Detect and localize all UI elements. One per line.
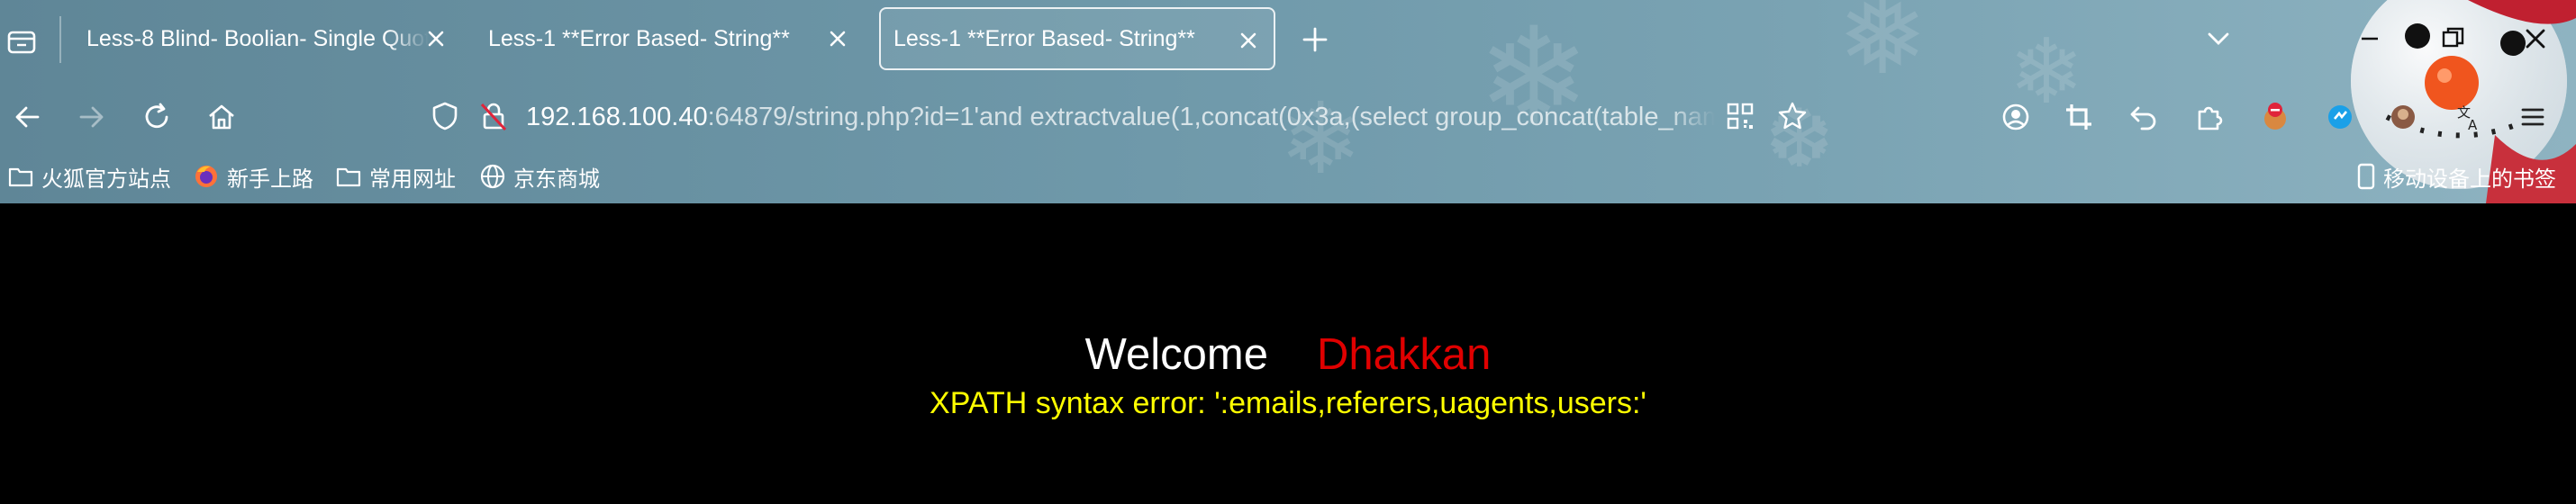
menu-hamburger-icon[interactable] <box>2517 101 2549 133</box>
firefox-view-icon[interactable] <box>5 25 38 58</box>
globe-icon <box>479 163 506 190</box>
page-content: Welcome Dhakkan XPATH syntax error: ':ema… <box>0 203 2576 504</box>
tab-title: Less-1 **Error Based- String** <box>893 25 1195 51</box>
bookmark-label: 火狐官方站点 <box>41 166 171 192</box>
tab-title: Less-8 Blind- Boolian- Single Quotes- St… <box>86 25 429 51</box>
qr-code-icon[interactable] <box>1724 100 1756 132</box>
forward-arrow-icon[interactable] <box>76 101 108 133</box>
chevron-down-icon[interactable] <box>2205 25 2232 52</box>
tab-divider <box>59 16 61 63</box>
navigation-bar: 192.168.100.40:64879/string.php?id=1'and… <box>0 83 2576 149</box>
folder-icon <box>335 163 362 190</box>
bookmark-star-icon[interactable] <box>1776 100 1809 132</box>
tab-less8[interactable]: Less-8 Blind- Boolian- Single Quotes- St… <box>65 7 461 70</box>
extension-avatar-icon[interactable] <box>2387 101 2419 133</box>
welcome-text: Welcome <box>1084 330 1268 379</box>
url-path: :64879/string.php?id=1'and extractvalue(… <box>707 102 1715 131</box>
mobile-bookmarks-label: 移动设备上的书签 <box>2383 166 2556 192</box>
screenshot-crop-icon[interactable] <box>2063 101 2095 133</box>
home-icon[interactable] <box>205 101 238 133</box>
close-icon[interactable] <box>1236 28 1261 53</box>
tab-less1[interactable]: Less-1 **Error Based- String** <box>467 7 863 70</box>
close-icon[interactable] <box>423 26 449 51</box>
account-icon[interactable] <box>2000 101 2032 133</box>
undo-arrow-icon[interactable] <box>2127 101 2160 133</box>
url-host: 192.168.100.40 <box>526 102 708 131</box>
bookmark-label: 常用网址 <box>369 166 456 192</box>
close-icon[interactable] <box>825 26 850 51</box>
bookmark-item[interactable]: 新手上路 <box>193 158 313 194</box>
translate-icon[interactable]: 文A <box>2454 101 2486 133</box>
user-name-text: Dhakkan <box>1316 330 1492 379</box>
folder-icon <box>7 163 34 190</box>
error-message: XPATH syntax error: ':emails,referers,ua… <box>930 386 1646 420</box>
bookmark-label: 新手上路 <box>227 166 313 192</box>
bookmark-item[interactable]: 火狐官方站点 <box>7 158 171 194</box>
bookmark-item[interactable]: 京东商城 <box>479 158 600 194</box>
welcome-line: Welcome Dhakkan <box>0 329 2576 380</box>
restore-icon[interactable] <box>2437 23 2468 54</box>
new-tab-plus-icon[interactable] <box>1299 23 1331 56</box>
mobile-phone-icon <box>2356 163 2376 190</box>
tab-bar: Less-8 Blind- Boolian- Single Quotes- St… <box>0 0 2576 81</box>
extension-blue-icon[interactable] <box>2324 101 2356 133</box>
firefox-icon <box>193 163 220 190</box>
mobile-bookmarks[interactable]: 移动设备上的书签 <box>2356 158 2556 194</box>
reload-icon[interactable] <box>141 101 173 133</box>
shield-icon[interactable] <box>429 100 461 132</box>
extensions-puzzle-icon[interactable] <box>2192 101 2225 133</box>
bookmark-label: 京东商城 <box>513 166 600 192</box>
bookmarks-toolbar: 火狐官方站点 新手上路 常用网址 京东商城 移动设备上的书签 <box>0 153 2576 200</box>
back-arrow-icon[interactable] <box>11 101 43 133</box>
close-window-icon[interactable] <box>2520 23 2551 54</box>
url-input[interactable]: 192.168.100.40:64879/string.php?id=1'and… <box>526 101 1715 133</box>
bookmark-item[interactable]: 常用网址 <box>335 158 456 194</box>
insecure-lock-icon[interactable] <box>477 100 510 132</box>
browser-chrome: ❄ ❄ ❅ ❆ ❄ Less-8 Blind- Boolian- Single … <box>0 0 2576 203</box>
tab-title: Less-1 **Error Based- String** <box>488 25 790 51</box>
tab-less1-active[interactable]: Less-1 **Error Based- String** <box>879 7 1275 70</box>
svg-text:A: A <box>2468 117 2478 133</box>
minimize-icon[interactable] <box>2354 23 2385 54</box>
extension-red-badge-icon[interactable] <box>2259 101 2291 133</box>
